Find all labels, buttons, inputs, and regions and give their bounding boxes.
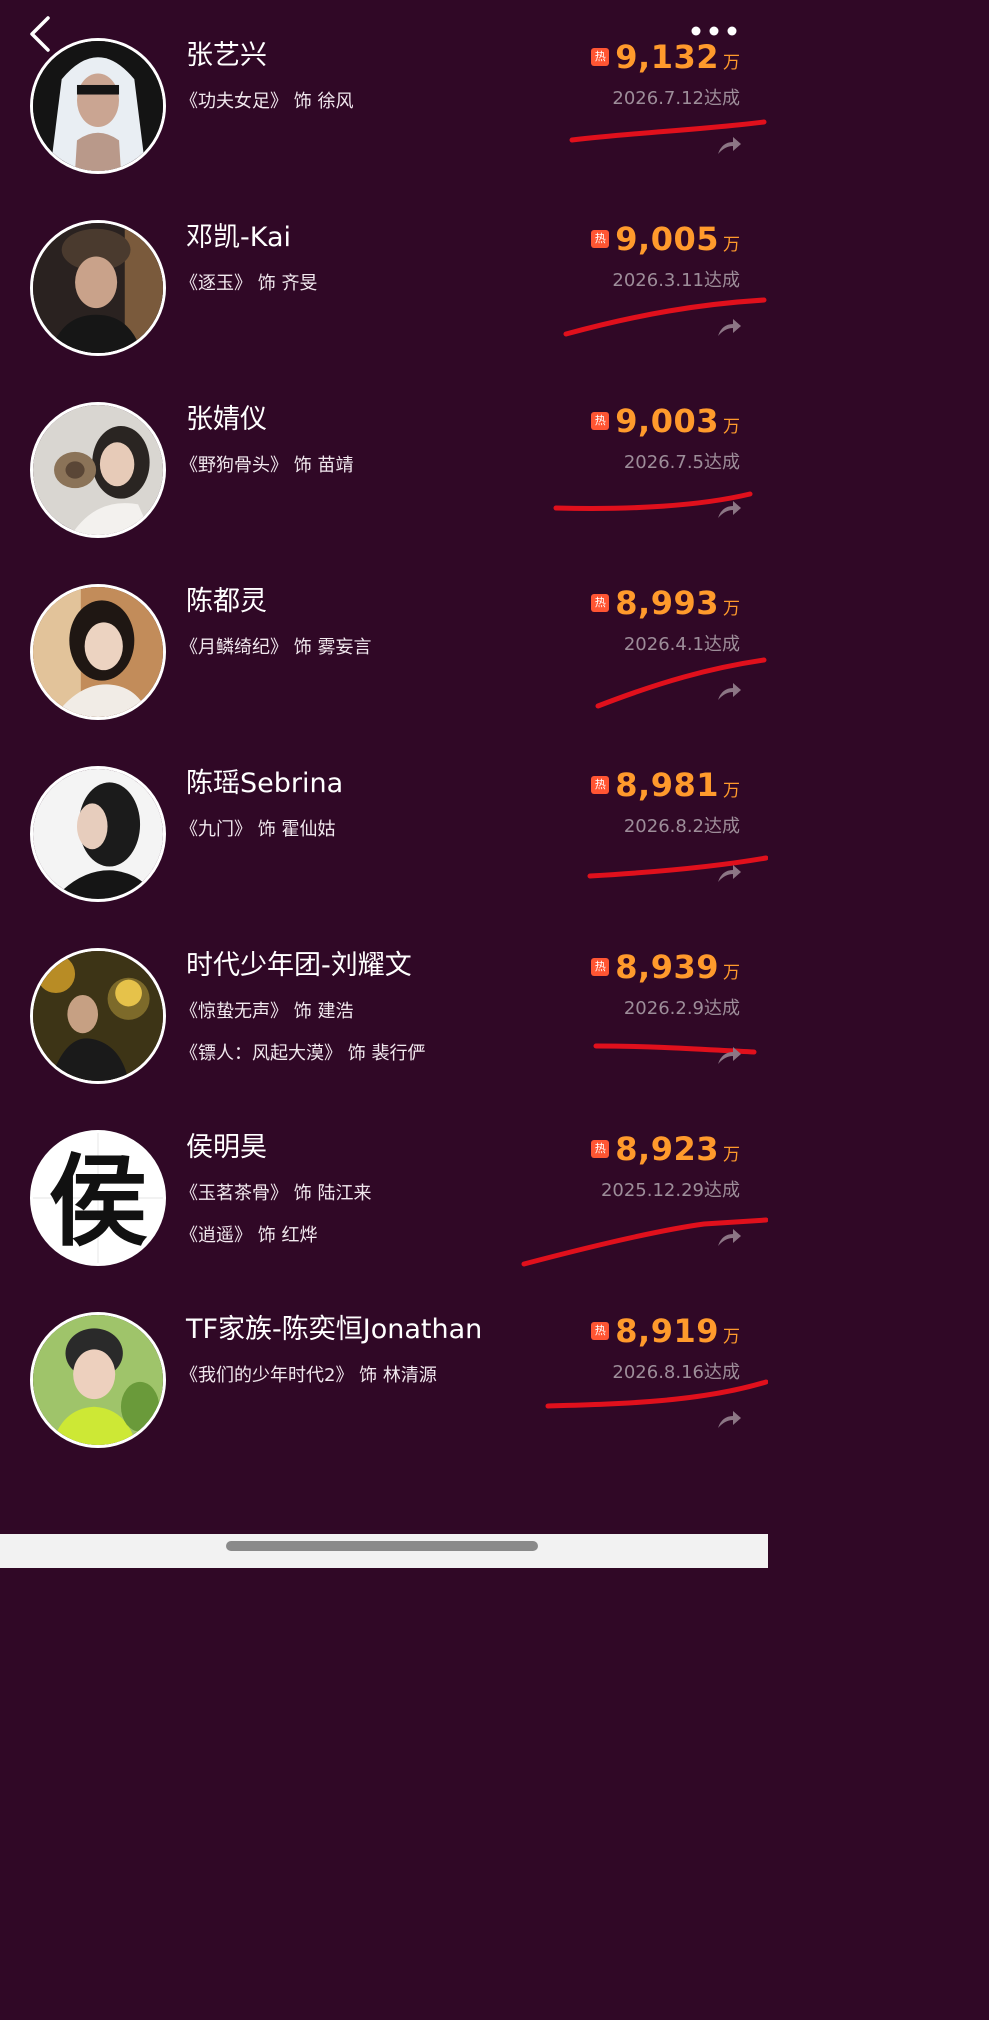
ranking-row[interactable]: 时代少年团-刘耀文 《惊蛰无声》 饰 建浩 《镖人：风起大漠》 饰 裴行俨 热 …	[0, 948, 768, 1130]
role-line: 《惊蛰无声》 饰 建浩	[180, 1001, 354, 1022]
role-line: 《镖人：风起大漠》 饰 裴行俨	[180, 1043, 426, 1064]
avatar[interactable]	[30, 766, 166, 902]
heat-unit: 万	[723, 781, 740, 801]
achieved-date: 2026.2.9达成	[623, 998, 740, 1019]
achieved-date: 2026.7.5达成	[623, 452, 740, 473]
role-line: 《逐玉》 饰 齐旻	[180, 273, 318, 294]
avatar-photo	[33, 405, 163, 535]
share-icon[interactable]	[716, 1226, 742, 1248]
ranking-row[interactable]: 陈都灵 《月鳞绮纪》 饰 雾妄言 热 8,993 万 2026.4.1达成	[0, 584, 768, 766]
avatar-character-image: 侯	[33, 1133, 163, 1263]
heat-value: 8,981	[615, 766, 719, 804]
share-icon[interactable]	[716, 134, 742, 156]
avatar-photo	[33, 41, 163, 171]
avatar-photo	[33, 951, 163, 1081]
heat-unit: 万	[723, 1327, 740, 1347]
artist-name[interactable]: 陈都灵	[186, 585, 267, 619]
heat-value-group: 热 8,919 万	[591, 1312, 740, 1352]
hot-badge: 热	[591, 412, 610, 430]
artist-name[interactable]: 邓凯-Kai	[186, 221, 291, 255]
heat-unit: 万	[723, 963, 740, 983]
artist-name[interactable]: 张艺兴	[186, 39, 267, 73]
artist-name[interactable]: 张婧仪	[186, 403, 267, 437]
avatar[interactable]	[30, 584, 166, 720]
heat-value-group: 热 9,003 万	[591, 402, 740, 442]
hot-badge: 热	[591, 594, 610, 612]
avatar[interactable]	[30, 38, 166, 174]
heat-value: 9,005	[615, 220, 719, 258]
role-line: 《我们的少年时代2》 饰 林清源	[180, 1365, 437, 1386]
heat-value-group: 热 9,132 万	[591, 38, 740, 78]
avatar-character: 侯	[48, 1144, 147, 1260]
hot-badge: 热	[591, 230, 610, 248]
role-line: 《野狗骨头》 饰 苗靖	[180, 455, 354, 476]
heat-value: 9,132	[615, 38, 719, 76]
heat-value-group: 热 9,005 万	[591, 220, 740, 260]
ranking-row[interactable]: TF家族-陈奕恒Jonathan 《我们的少年时代2》 饰 林清源 热 8,91…	[0, 1312, 768, 1494]
role-line: 《九门》 饰 霍仙姑	[180, 819, 336, 840]
role-line: 《逍遥》 饰 红烨	[180, 1225, 318, 1246]
role-line: 《玉茗茶骨》 饰 陆江来	[180, 1183, 372, 1204]
heat-unit: 万	[723, 235, 740, 255]
avatar[interactable]	[30, 948, 166, 1084]
achieved-date: 2026.8.16达成	[612, 1362, 740, 1383]
heat-value-group: 热 8,939 万	[591, 948, 740, 988]
heat-value-group: 热 8,923 万	[591, 1130, 740, 1170]
heat-value: 9,003	[615, 402, 719, 440]
hot-badge: 热	[591, 776, 610, 794]
artist-name[interactable]: TF家族-陈奕恒Jonathan	[186, 1313, 482, 1347]
ranking-row[interactable]: 陈瑶Sebrina 《九门》 饰 霍仙姑 热 8,981 万 2026.8.2达…	[0, 766, 768, 948]
share-icon[interactable]	[716, 1044, 742, 1066]
heat-unit: 万	[723, 417, 740, 437]
home-indicator[interactable]	[226, 1541, 538, 1551]
avatar-photo	[33, 223, 163, 353]
share-icon[interactable]	[716, 862, 742, 884]
achieved-date: 2026.4.1达成	[623, 634, 740, 655]
heat-value: 8,923	[615, 1130, 719, 1168]
avatar[interactable]	[30, 402, 166, 538]
heat-unit: 万	[723, 599, 740, 619]
heat-unit: 万	[723, 53, 740, 73]
share-icon[interactable]	[716, 680, 742, 702]
heat-value: 8,993	[615, 584, 719, 622]
share-icon[interactable]	[716, 1408, 742, 1430]
role-line: 《功夫女足》 饰 徐风	[180, 91, 354, 112]
avatar[interactable]	[30, 1312, 166, 1448]
hot-badge: 热	[591, 48, 610, 66]
achieved-date: 2026.8.2达成	[623, 816, 740, 837]
achieved-date: 2026.3.11达成	[612, 270, 740, 291]
ranking-row[interactable]: 张艺兴 《功夫女足》 饰 徐风 热 9,132 万 2026.7.12达成	[0, 38, 768, 220]
heat-unit: 万	[723, 1145, 740, 1165]
artist-name[interactable]: 陈瑶Sebrina	[186, 767, 343, 801]
role-line: 《月鳞绮纪》 饰 雾妄言	[180, 637, 372, 658]
hot-badge: 热	[591, 1322, 610, 1340]
artist-name[interactable]: 时代少年团-刘耀文	[186, 949, 412, 983]
heat-value-group: 热 8,981 万	[591, 766, 740, 806]
heat-value-group: 热 8,993 万	[591, 584, 740, 624]
ranking-row[interactable]: 侯 侯明昊 《玉茗茶骨》 饰 陆江来 《逍遥》 饰 红烨 热 8,923 万 2…	[0, 1130, 768, 1312]
avatar-photo	[33, 769, 163, 899]
avatar[interactable]	[30, 220, 166, 356]
bottom-system-bar	[0, 1534, 768, 1568]
heat-value: 8,939	[615, 948, 719, 986]
ranking-row[interactable]: 邓凯-Kai 《逐玉》 饰 齐旻 热 9,005 万 2026.3.11达成	[0, 220, 768, 402]
achieved-date: 2026.7.12达成	[612, 88, 740, 109]
heat-value: 8,919	[615, 1312, 719, 1350]
avatar[interactable]: 侯	[30, 1130, 166, 1266]
share-icon[interactable]	[716, 498, 742, 520]
avatar-photo	[33, 1315, 163, 1445]
hot-badge: 热	[591, 1140, 610, 1158]
artist-name[interactable]: 侯明昊	[186, 1131, 267, 1165]
achieved-date: 2025.12.29达成	[600, 1180, 740, 1201]
hot-badge: 热	[591, 958, 610, 976]
ranking-row[interactable]: 张婧仪 《野狗骨头》 饰 苗靖 热 9,003 万 2026.7.5达成	[0, 402, 768, 584]
share-icon[interactable]	[716, 316, 742, 338]
avatar-photo	[33, 587, 163, 717]
